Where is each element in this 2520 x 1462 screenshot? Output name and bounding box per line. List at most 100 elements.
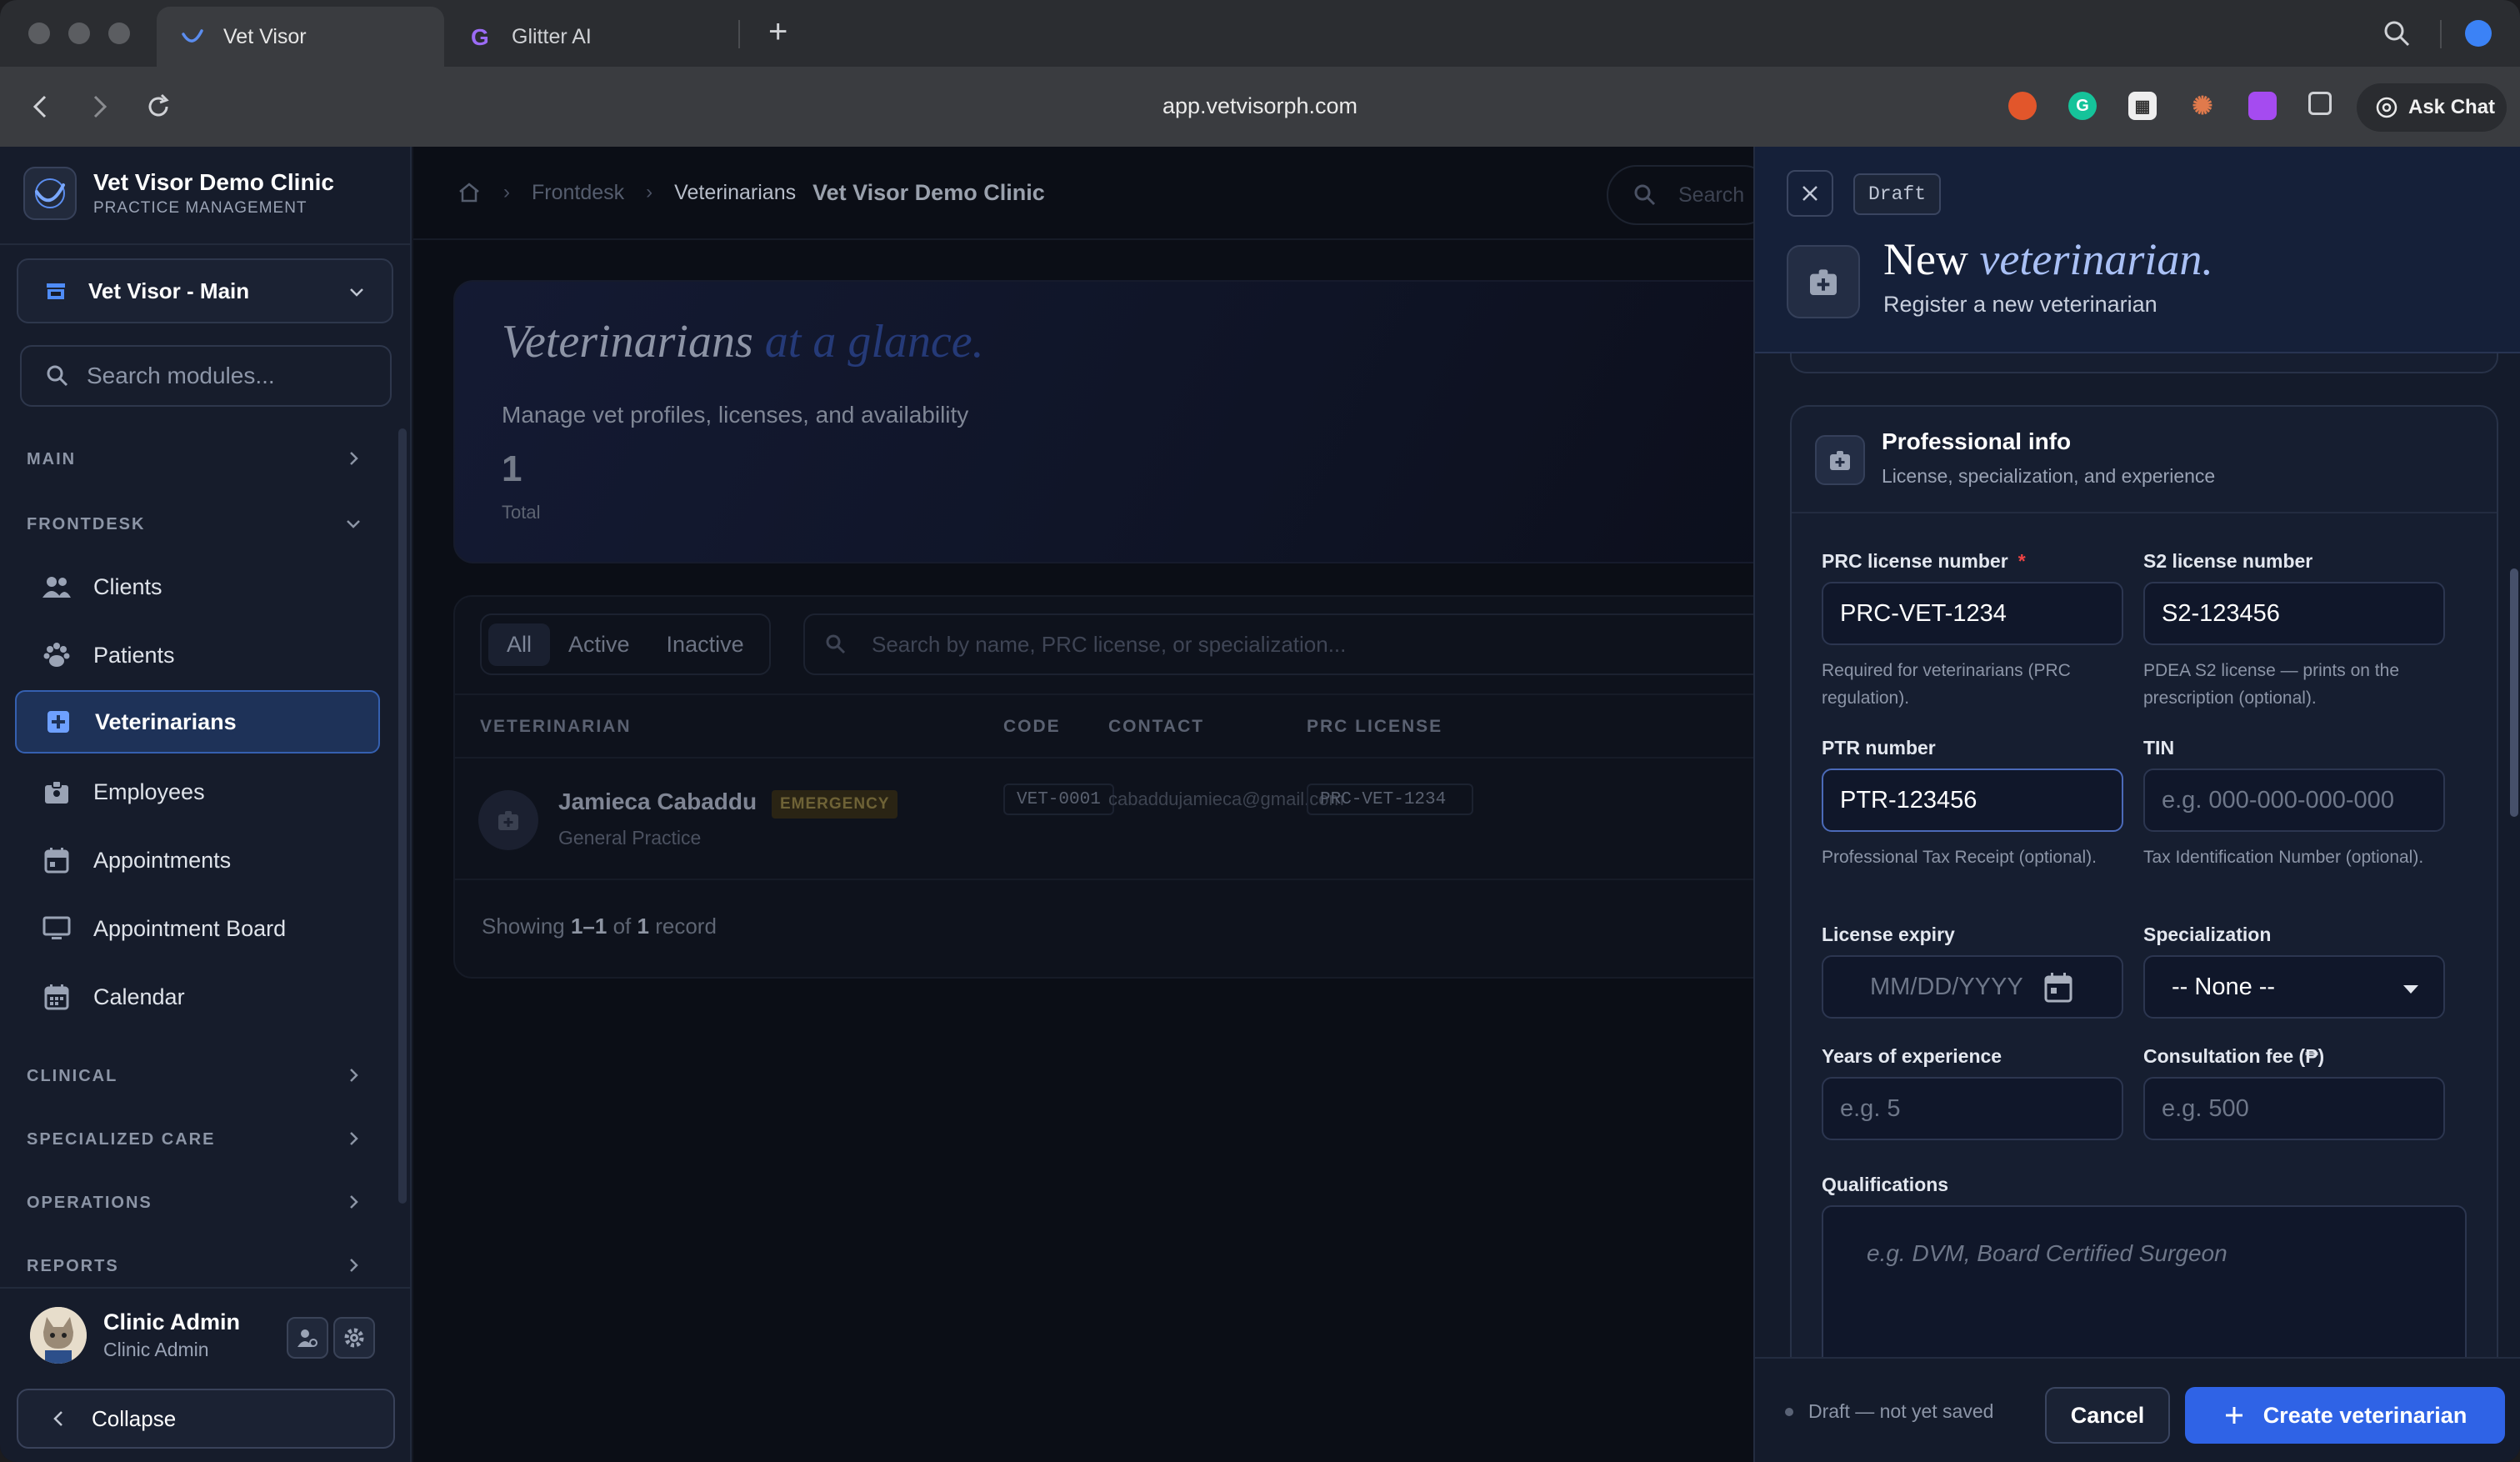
filter-all[interactable]: All (488, 623, 551, 666)
search-tabs-icon[interactable] (2382, 18, 2412, 48)
new-tab-icon[interactable]: + (768, 13, 788, 51)
module-search-input[interactable]: Search modules... (20, 345, 392, 407)
ptr-input[interactable]: PTR-123456 (1822, 769, 2123, 832)
tin-help: Tax Identification Number (optional). (2143, 848, 2424, 867)
user-profile[interactable]: Clinic Admin Clinic Admin (30, 1307, 240, 1364)
professional-info-card: Professional info License, specializatio… (1790, 405, 2498, 1462)
qualifications-textarea[interactable]: e.g. DVM, Board Certified Surgeon (1822, 1205, 2467, 1372)
close-window-button[interactable] (28, 23, 50, 44)
collapse-button[interactable]: Collapse (17, 1389, 395, 1449)
specialization-select[interactable]: -- None -- (2143, 955, 2445, 1019)
label-text: PRC license number (1822, 550, 2008, 572)
plus-icon (2225, 1407, 2242, 1424)
sidebar-scrollbar[interactable] (398, 428, 407, 1204)
extension-claude-icon[interactable]: ✺ (2188, 92, 2217, 120)
section-label: MAIN (27, 450, 77, 468)
global-search-input[interactable]: Search (1607, 165, 1773, 225)
profile-icon[interactable] (2465, 20, 2492, 47)
cancel-button[interactable]: Cancel (2045, 1387, 2170, 1444)
extension-grammarly-icon[interactable]: G (2068, 92, 2097, 120)
create-veterinarian-button[interactable]: Create veterinarian (2185, 1387, 2505, 1444)
home-icon[interactable] (457, 180, 482, 205)
sidebar-item-calendar[interactable]: Calendar (15, 965, 380, 1029)
sidebar-item-veterinarians[interactable]: Veterinarians (15, 690, 380, 754)
search-icon (826, 634, 846, 654)
summary-hero: Veterinarians at a glance. Manage vet pr… (453, 280, 1787, 563)
s2-license-input[interactable]: S2-123456 (2143, 582, 2445, 645)
extension-grid-icon[interactable]: ▦ (2128, 92, 2157, 120)
drawer-scrollbar[interactable] (2510, 568, 2518, 817)
showing-total: 1 (637, 914, 649, 939)
column-veterinarian[interactable]: VETERINARIAN (480, 717, 632, 737)
calendar-icon[interactable] (2043, 972, 2073, 1004)
ptr-help: Professional Tax Receipt (optional). (1822, 848, 2097, 867)
switch-user-button[interactable] (287, 1317, 328, 1359)
table-row[interactable]: Jamieca Cabaddu EMERGENCY General Practi… (455, 760, 1788, 880)
column-prc-license[interactable]: PRC LICENSE (1307, 717, 1442, 737)
drawer-subtitle: Register a new veterinarian (1883, 292, 2158, 317)
hero-title-main: Veterinarians (502, 316, 753, 368)
consultation-fee-input[interactable]: e.g. 500 (2143, 1077, 2445, 1140)
drawer-title: New veterinarian. (1883, 233, 2213, 285)
section-frontdesk[interactable]: FRONTDESK (27, 515, 360, 534)
badge-icon (498, 811, 518, 830)
vet-prc-license: PRC-VET-1234 (1307, 784, 1473, 815)
close-drawer-button[interactable] (1787, 170, 1833, 217)
breadcrumb-frontdesk[interactable]: Frontdesk (532, 181, 624, 205)
section-specialized-care[interactable]: SPECIALIZED CARE (27, 1130, 358, 1149)
sidebar-item-appointments[interactable]: Appointments (15, 829, 380, 892)
extension-fox-icon[interactable] (2008, 92, 2037, 120)
new-veterinarian-drawer: Professional info License, specializatio… (1753, 147, 2520, 1462)
branch-selector[interactable]: Vet Visor - Main (17, 258, 393, 323)
extension-chat-icon[interactable] (2308, 92, 2332, 115)
status-text: Draft — not yet saved (1808, 1400, 1994, 1422)
divider (0, 1287, 412, 1289)
vet-visor-logo-icon (23, 167, 77, 220)
vet-avatar (478, 790, 538, 850)
chevron-right-icon (350, 1195, 358, 1209)
minimize-window-button[interactable] (68, 23, 90, 44)
user-switch-icon (298, 1329, 318, 1347)
prc-license-input[interactable]: PRC-VET-1234 (1822, 582, 2123, 645)
total-label: Total (502, 502, 541, 523)
breadcrumb-separator: › (646, 181, 653, 203)
section-label: REPORTS (27, 1257, 119, 1275)
section-main[interactable]: MAIN (27, 450, 358, 469)
branch-name: Vet Visor - Main (88, 278, 250, 303)
ask-chat-button[interactable]: Ask Chat (2357, 83, 2507, 132)
section-operations[interactable]: OPERATIONS (27, 1194, 358, 1213)
collapse-label: Collapse (92, 1405, 177, 1431)
list-search-input[interactable]: Search by name, PRC license, or speciali… (803, 613, 1803, 675)
filter-active[interactable]: Active (550, 623, 648, 666)
sidebar-item-appointment-board[interactable]: Appointment Board (15, 897, 380, 960)
tab-vet-visor[interactable]: Vet Visor (157, 7, 444, 67)
settings-button[interactable] (333, 1317, 375, 1359)
medical-plus-icon (43, 707, 73, 737)
zoom-window-button[interactable] (108, 23, 130, 44)
extensions-bar: G ▦ ✺ (2008, 92, 2332, 120)
hero-title-accent: at a glance. (764, 316, 984, 368)
sidebar: Vet Visor Demo Clinic PRACTICE MANAGEMEN… (0, 147, 412, 1462)
vet-name[interactable]: Jamieca Cabaddu (558, 789, 757, 815)
tab-glitter-ai[interactable]: G Glitter AI (465, 7, 740, 67)
veterinarian-list: All Active Inactive Search by name, PRC … (453, 595, 1803, 979)
column-code[interactable]: CODE (1003, 717, 1061, 737)
section-reports[interactable]: REPORTS (27, 1257, 358, 1276)
filter-inactive[interactable]: Inactive (648, 623, 762, 666)
prc-license-label: PRC license number * (1822, 550, 2026, 573)
search-icon (47, 365, 68, 387)
create-label: Create veterinarian (2262, 1402, 2468, 1428)
column-contact[interactable]: CONTACT (1108, 717, 1204, 737)
sidebar-item-clients[interactable]: Clients (15, 555, 380, 618)
years-experience-input[interactable]: e.g. 5 (1822, 1077, 2123, 1140)
gear-icon (344, 1328, 364, 1348)
sidebar-item-patients[interactable]: Patients (15, 623, 380, 687)
title-accent: veterinarian. (1979, 234, 2213, 284)
main-content: › Frontdesk › Veterinarians Vet Visor De… (413, 147, 1803, 1462)
license-expiry-input[interactable]: MM/DD/YYYY (1822, 955, 2123, 1019)
hero-subtitle: Manage vet profiles, licenses, and avail… (502, 402, 969, 428)
extension-purple-icon[interactable] (2248, 92, 2277, 120)
section-clinical[interactable]: CLINICAL (27, 1067, 358, 1086)
sidebar-item-employees[interactable]: Employees (15, 760, 380, 824)
tin-input[interactable]: e.g. 000-000-000-000 (2143, 769, 2445, 832)
